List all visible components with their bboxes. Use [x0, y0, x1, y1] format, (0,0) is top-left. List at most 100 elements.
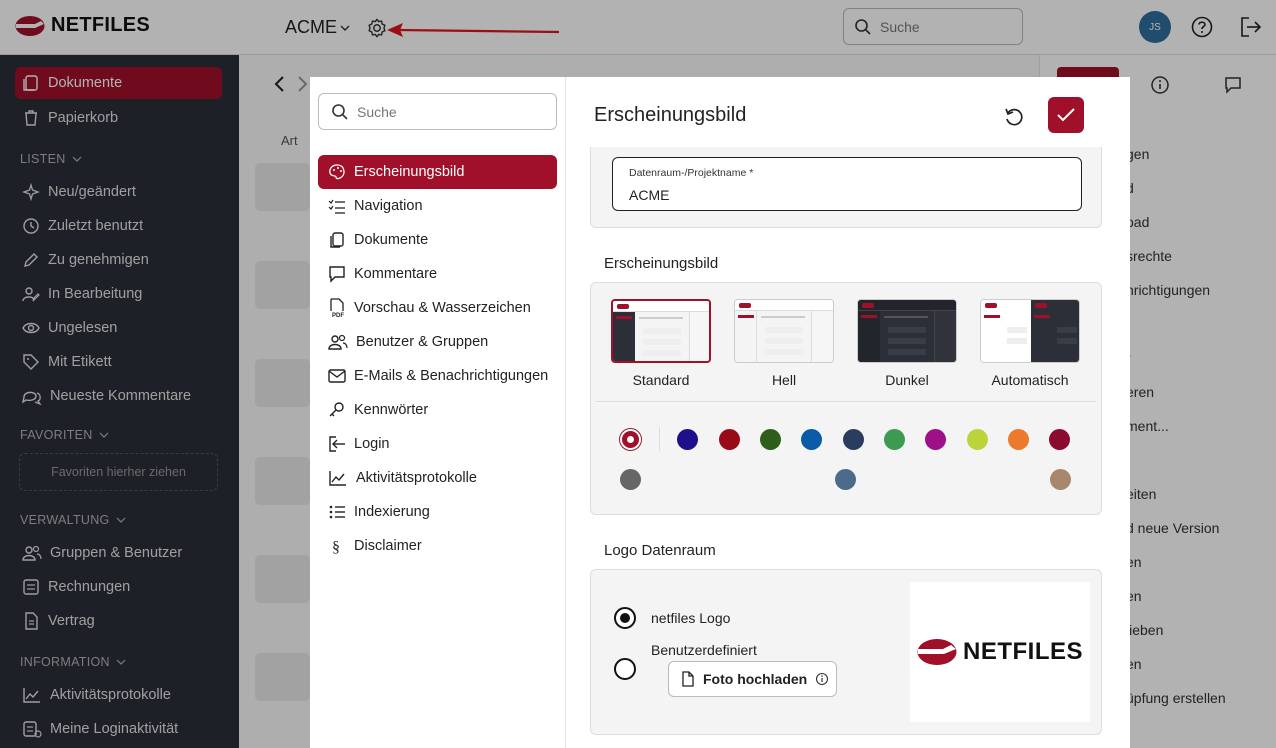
field-value: ACME: [629, 187, 670, 203]
detail-action[interactable]: gen: [1126, 137, 1226, 171]
field-label: Datenraum-/Projektname *: [629, 167, 754, 179]
detail-action[interactable]: nrichtigungen: [1126, 273, 1226, 307]
forward-icon[interactable]: [297, 75, 309, 98]
detail-action[interactable]: r: [1126, 341, 1226, 375]
sidebar-item-aktivitaetsprotokolle[interactable]: Aktivitätsprotokolle: [15, 679, 222, 711]
sidebar-item-rechnungen[interactable]: Rechnungen: [15, 571, 222, 603]
detail-action[interactable]: d neue Version: [1126, 511, 1226, 545]
detail-action[interactable]: lieben: [1126, 613, 1226, 647]
detail-action[interactable]: srechte: [1126, 239, 1226, 273]
color-swatch[interactable]: [1050, 469, 1071, 490]
sidebar-item-label: Neu/geändert: [48, 184, 136, 200]
upload-photo-button[interactable]: Foto hochladen: [668, 661, 837, 697]
appearance-heading: Erscheinungsbild: [604, 255, 719, 272]
sidebar-item-in-bearbeitung[interactable]: In Bearbeitung: [15, 278, 222, 310]
theme-standard[interactable]: Standard: [611, 299, 711, 388]
sidebar-item-gruppen-benutzer[interactable]: Gruppen & Benutzer: [15, 537, 222, 569]
back-icon[interactable]: [273, 75, 285, 98]
palette-icon: [329, 164, 345, 180]
settings-nav-kennwoerter[interactable]: Kennwörter: [318, 393, 557, 427]
paragraph-icon: §: [332, 539, 340, 555]
settings-nav-label: Disclaimer: [354, 538, 422, 554]
color-swatch[interactable]: [801, 429, 822, 450]
section-favoriten[interactable]: FAVORITEN: [20, 428, 109, 442]
color-swatch[interactable]: [760, 429, 781, 450]
column-header-art[interactable]: Art: [281, 133, 298, 148]
settings-nav-aktivitaetsprotokolle[interactable]: Aktivitätsprotokolle: [318, 461, 557, 495]
section-verwaltung[interactable]: VERWALTUNG: [20, 513, 126, 527]
help-icon[interactable]: [1191, 16, 1213, 43]
settings-nav-kommentare[interactable]: Kommentare: [318, 257, 557, 291]
detail-action[interactable]: eren: [1126, 375, 1226, 409]
comment-icon[interactable]: [1223, 75, 1243, 100]
detail-action[interactable]: üpfung erstellen: [1126, 681, 1226, 715]
color-swatch[interactable]: [1008, 429, 1029, 450]
info-icon[interactable]: [1150, 75, 1170, 100]
theme-automatisch[interactable]: Automatisch: [980, 299, 1080, 388]
settings-nav-erscheinungsbild[interactable]: Erscheinungsbild: [318, 155, 557, 189]
color-swatch[interactable]: [1049, 429, 1070, 450]
detail-action[interactable]: eiten: [1126, 477, 1226, 511]
chevron-down-icon: [99, 432, 109, 438]
sidebar-item-meine-loginaktivitaet[interactable]: Meine Loginaktivität: [15, 713, 222, 745]
sidebar-item-vertrag[interactable]: Vertrag: [15, 605, 222, 637]
settings-nav-dokumente[interactable]: Dokumente: [318, 223, 557, 257]
sidebar-item-mit-etikett[interactable]: Mit Etikett: [15, 346, 222, 378]
search-input[interactable]: Suche: [843, 8, 1023, 45]
save-button[interactable]: [1048, 97, 1084, 133]
info-icon[interactable]: [815, 672, 829, 686]
color-swatch[interactable]: [677, 429, 698, 450]
login-list-icon: [23, 721, 42, 738]
detail-action[interactable]: oad: [1126, 205, 1226, 239]
color-swatch[interactable]: [843, 429, 864, 450]
radio-netfiles-logo[interactable]: [614, 607, 636, 629]
color-swatch[interactable]: [925, 429, 946, 450]
section-information[interactable]: INFORMATION: [20, 655, 126, 669]
color-swatch[interactable]: [884, 429, 905, 450]
logout-icon[interactable]: [1239, 16, 1263, 43]
sidebar-item-zuletzt-benutzt[interactable]: Zuletzt benutzt: [15, 210, 222, 242]
color-swatch[interactable]: [620, 469, 641, 490]
dataroom-selector[interactable]: ACME: [285, 17, 351, 38]
settings-nav-navigation[interactable]: Navigation: [318, 189, 557, 223]
detail-action[interactable]: en: [1126, 647, 1226, 681]
reset-button[interactable]: [1000, 103, 1028, 131]
detail-action[interactable]: ment...: [1126, 409, 1226, 443]
settings-search-input[interactable]: Suche: [318, 93, 557, 130]
theme-hell[interactable]: Hell: [734, 299, 834, 388]
search-placeholder: Suche: [357, 103, 397, 120]
detail-action[interactable]: d: [1126, 171, 1226, 205]
section-label: INFORMATION: [20, 655, 110, 669]
sidebar-item-ungelesen[interactable]: Ungelesen: [15, 312, 222, 344]
settings-nav-disclaimer[interactable]: § Disclaimer: [318, 529, 557, 563]
sidebar-item-neu-geaendert[interactable]: Neu/geändert: [15, 176, 222, 208]
sidebar-item-neueste-kommentare[interactable]: Neueste Kommentare: [15, 380, 222, 412]
settings-nav-indexierung[interactable]: Indexierung: [318, 495, 557, 529]
sidebar-item-zu-genehmigen[interactable]: Zu genehmigen: [15, 244, 222, 276]
color-swatch[interactable]: [967, 429, 988, 450]
detail-action[interactable]: en: [1126, 545, 1226, 579]
svg-text:§: §: [332, 539, 340, 555]
settings-nav-vorschau-wasserzeichen[interactable]: PDF Vorschau & Wasserzeichen: [318, 291, 557, 325]
logo-preview: NETFILES: [910, 582, 1090, 722]
favorites-drop-zone[interactable]: Favoriten hierher ziehen: [19, 453, 218, 491]
color-swatch[interactable]: [835, 469, 856, 490]
settings-nav-emails[interactable]: E-Mails & Benachrichtigungen: [318, 359, 557, 393]
invoice-icon: [23, 579, 39, 595]
sidebar-item-dokumente[interactable]: Dokumente: [15, 67, 222, 99]
avatar[interactable]: JS: [1139, 11, 1171, 43]
settings-nav-benutzer-gruppen[interactable]: Benutzer & Gruppen: [318, 325, 557, 359]
sidebar-item-papierkorb[interactable]: Papierkorb: [15, 102, 222, 134]
detail-action[interactable]: en: [1126, 579, 1226, 613]
theme-dunkel[interactable]: Dunkel: [857, 299, 957, 388]
color-swatch[interactable]: [719, 429, 740, 450]
color-swatch-selected[interactable]: [620, 429, 641, 450]
netfiles-logo[interactable]: NETFILES: [15, 14, 150, 37]
key-icon: [329, 402, 344, 417]
section-listen[interactable]: LISTEN: [20, 152, 82, 166]
theme-preview-dunkel: [857, 299, 957, 363]
sidebar-item-label: Ungelesen: [48, 320, 118, 336]
radio-benutzerdefiniert[interactable]: [614, 658, 636, 680]
settings-nav-login[interactable]: Login: [318, 427, 557, 461]
dataroom-name-field[interactable]: Datenraum-/Projektname * ACME: [612, 157, 1082, 211]
